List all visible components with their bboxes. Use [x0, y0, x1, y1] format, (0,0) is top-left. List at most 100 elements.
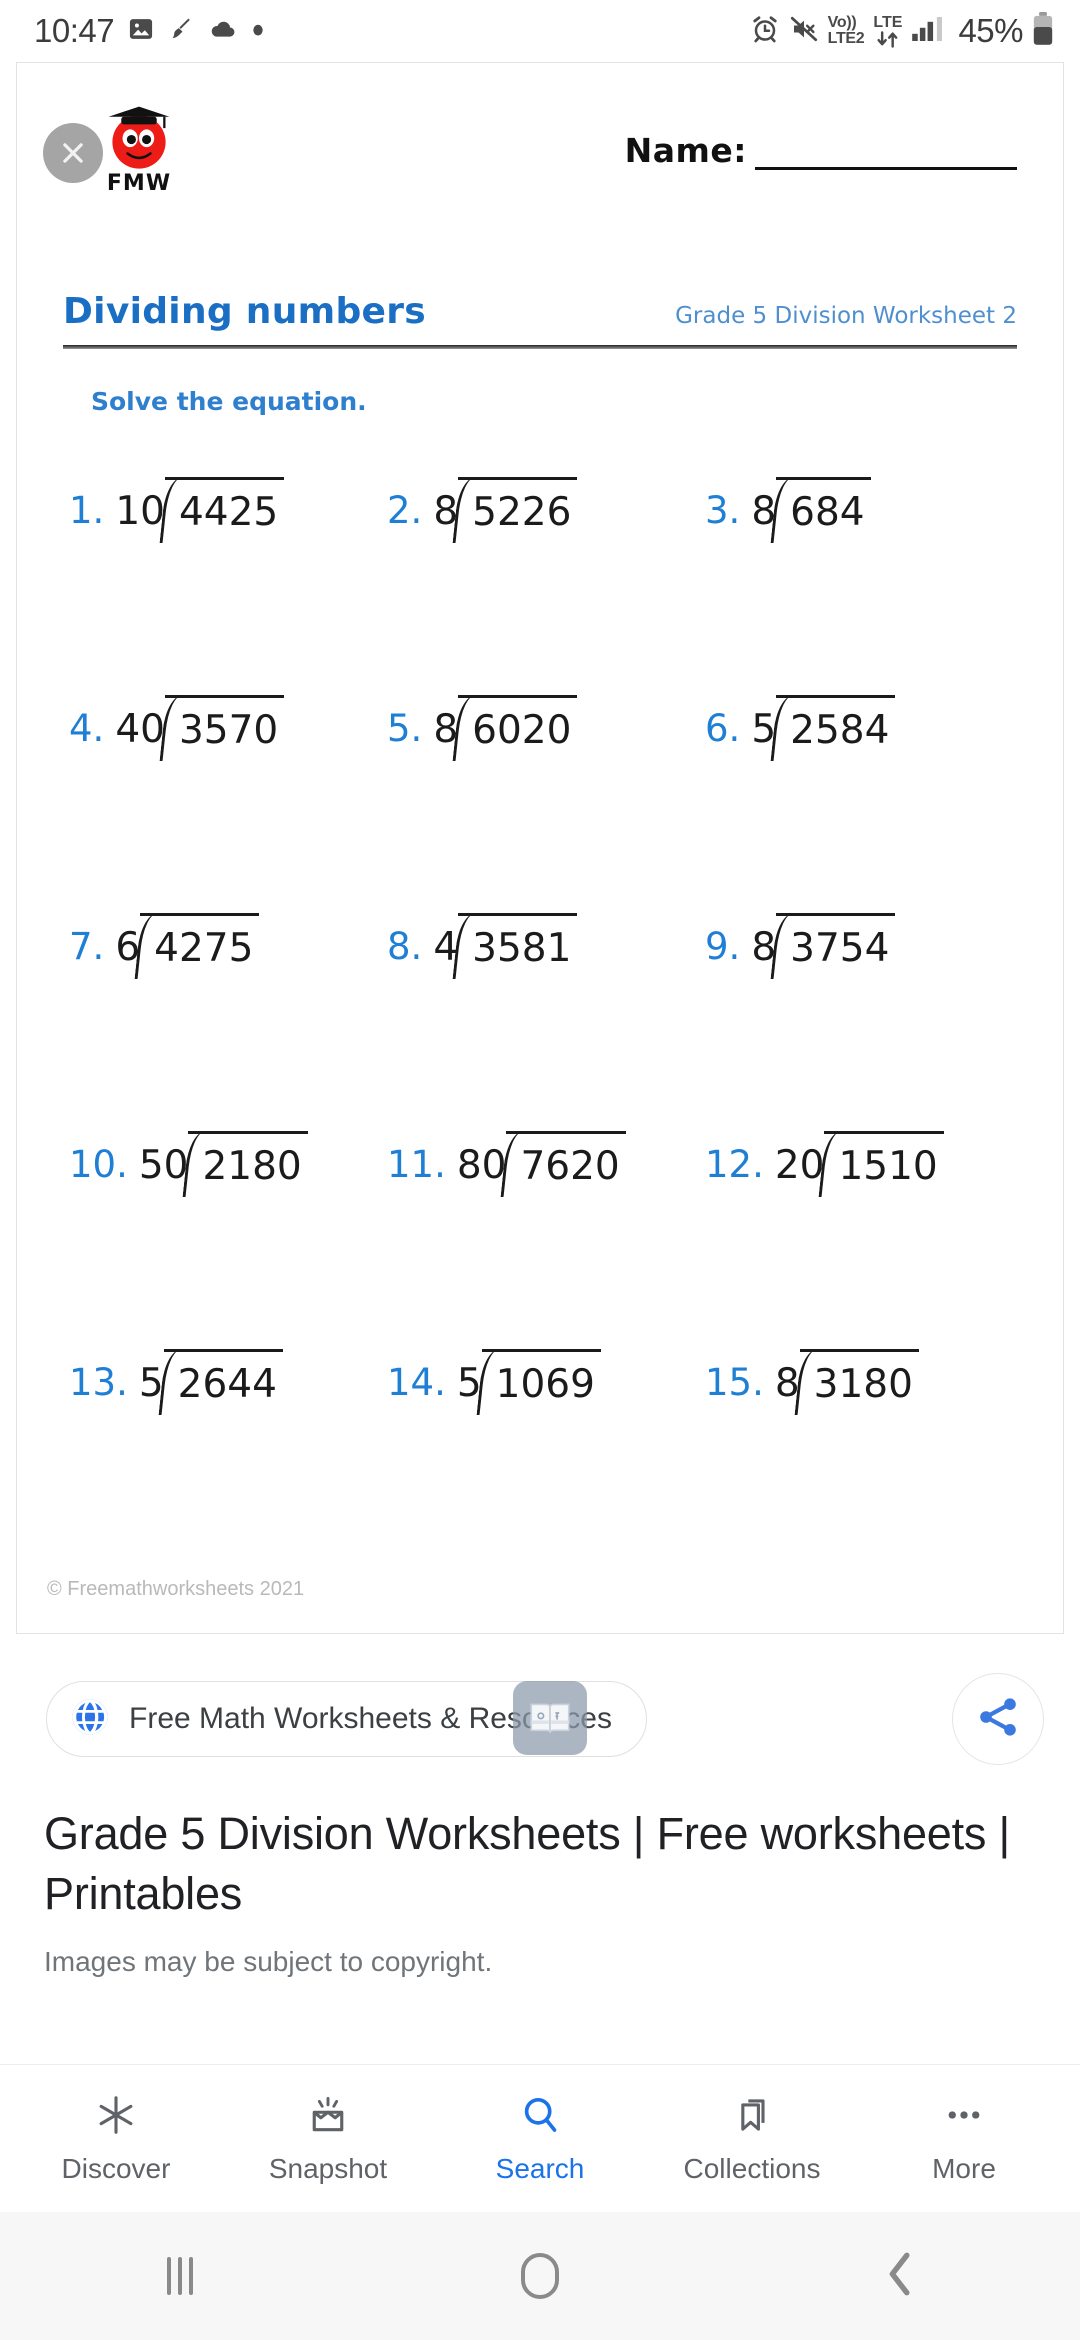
problem-number: 6.: [705, 707, 741, 750]
worksheet-copyright: © Freemathworksheets 2021: [47, 1578, 305, 1600]
long-division: 8 5226: [433, 473, 578, 543]
home-button[interactable]: [360, 2253, 720, 2299]
division-bracket-icon: 6020: [452, 691, 578, 761]
divisor: 50: [138, 1143, 189, 1188]
share-icon: [974, 1693, 1022, 1746]
division-bracket-icon: 1069: [476, 1345, 601, 1415]
division-problem: 2. 8 5226: [387, 473, 705, 691]
home-icon: [521, 2253, 559, 2299]
long-division: 80 7620: [456, 1127, 626, 1197]
dividend: 1510: [824, 1131, 944, 1186]
division-bracket-icon: 684: [770, 473, 871, 543]
bottom-nav: Discover Snapshot Search Collections Mor…: [0, 2064, 1080, 2212]
bookmark-icon: [730, 2093, 774, 2137]
division-problem: 5. 8 6020: [387, 691, 705, 909]
division-bracket-icon: 5226: [452, 473, 578, 543]
division-problem: 8. 4 3581: [387, 909, 705, 1127]
division-problem: 3. 8 684: [705, 473, 1023, 691]
worksheet-image[interactable]: FMW Name: Dividing numbers Grade 5 Divis…: [16, 62, 1064, 1634]
dividend: 4275: [140, 913, 260, 968]
close-icon[interactable]: [43, 123, 103, 183]
nav-item-search[interactable]: Search: [434, 2093, 646, 2185]
result-title[interactable]: Grade 5 Division Worksheets | Free works…: [44, 1804, 1036, 1924]
phone-screen: 10:47 Vo)) LTE2 LTE 45% FMW Name: Dividi…: [0, 0, 1080, 2340]
dividend: 2644: [163, 1349, 283, 1404]
name-field-row: Name:: [625, 131, 1017, 170]
dividend: 2180: [188, 1131, 308, 1186]
division-problem: 14. 5 1069: [387, 1345, 705, 1563]
status-bar-left: 10:47: [34, 12, 266, 50]
volte-line1: Vo)): [827, 14, 857, 31]
divisor: 80: [456, 1143, 507, 1188]
division-problem: 4. 40 3570: [69, 691, 387, 909]
name-blank-line: [755, 140, 1017, 170]
alarm-icon: [750, 14, 780, 49]
division-problem: 10. 50 2180: [69, 1127, 387, 1345]
worksheet-subtitle: Grade 5 Division Worksheet 2: [675, 303, 1017, 329]
long-division: 6 4275: [115, 909, 260, 979]
problem-row: 13. 5 2644 14. 5 1069 15. 8 3180: [17, 1345, 1063, 1563]
back-icon: [883, 2250, 917, 2303]
problem-number: 5.: [387, 707, 423, 750]
problem-row: 7. 6 4275 8. 4 3581 9. 8 3754: [17, 909, 1063, 1127]
lte-label: LTE: [873, 13, 903, 31]
dictionary-icon[interactable]: [513, 1681, 587, 1755]
division-problem: 7. 6 4275: [69, 909, 387, 1127]
nav-item-discover[interactable]: Discover: [10, 2093, 222, 2185]
system-navigation-bar: [0, 2212, 1080, 2340]
dividend: 3754: [776, 913, 896, 968]
search-icon: [518, 2093, 562, 2137]
volte-icon: Vo)) LTE2: [828, 15, 865, 47]
asterisk-icon: [94, 2093, 138, 2137]
division-bracket-icon: 2584: [770, 691, 896, 761]
worksheet-instruction: Solve the equation.: [91, 387, 367, 416]
division-bracket-icon: 2180: [183, 1127, 308, 1197]
problem-number: 2.: [387, 489, 423, 532]
division-problem: 12. 20 1510: [705, 1127, 1023, 1345]
problem-number: 15.: [705, 1361, 764, 1404]
problem-number: 3.: [705, 489, 741, 532]
nav-label-collections: Collections: [683, 2152, 821, 2184]
recents-icon: [167, 2257, 193, 2295]
problem-number: 11.: [387, 1143, 446, 1186]
back-button[interactable]: [720, 2250, 1080, 2303]
share-button[interactable]: [952, 1673, 1044, 1765]
division-bracket-icon: 3754: [770, 909, 896, 979]
photo-icon: [127, 15, 155, 48]
nav-label-snapshot: Snapshot: [268, 2152, 388, 2184]
division-bracket-icon: 3581: [452, 909, 578, 979]
mute-icon: [789, 14, 819, 49]
long-division: 4 3581: [433, 909, 578, 979]
problem-number: 13.: [69, 1361, 128, 1404]
signal-icon: [911, 14, 947, 49]
division-problem: 9. 8 3754: [705, 909, 1023, 1127]
division-bracket-icon: 4275: [134, 909, 260, 979]
recents-button[interactable]: [0, 2257, 360, 2295]
dividend: 4425: [164, 477, 285, 532]
division-problem: 1. 10 4425: [69, 473, 387, 691]
division-bracket-icon: 3180: [794, 1345, 919, 1415]
nav-item-collections[interactable]: Collections: [646, 2093, 858, 2185]
cloud-icon: [209, 15, 237, 48]
volte-line2: LTE2: [827, 30, 865, 47]
division-bracket-icon: 4425: [159, 473, 285, 543]
long-division: 5 1069: [457, 1345, 601, 1415]
battery-percent-label: 45%: [958, 12, 1023, 49]
long-division: 5 2584: [751, 691, 896, 761]
problem-number: 9.: [705, 925, 741, 968]
division-problem: 13. 5 2644: [69, 1345, 387, 1563]
worksheet-title: Dividing numbers: [63, 291, 427, 332]
nav-label-search: Search: [495, 2152, 585, 2184]
problem-row: 4. 40 3570 5. 8 6020 6. 5 2584: [17, 691, 1063, 909]
worksheet-title-row: Dividing numbers Grade 5 Division Worksh…: [63, 291, 1017, 332]
problem-number: 12.: [705, 1143, 764, 1186]
sweep-icon: [168, 15, 196, 48]
dividend: 1069: [481, 1349, 601, 1404]
problem-number: 7.: [69, 925, 105, 968]
problem-number: 8.: [387, 925, 423, 968]
nav-item-snapshot[interactable]: Snapshot: [222, 2093, 434, 2185]
name-label: Name:: [624, 131, 747, 170]
copyright-note: Images may be subject to copyright.: [44, 1945, 493, 1977]
long-division: 20 1510: [775, 1127, 944, 1197]
nav-item-more[interactable]: More: [858, 2093, 1070, 2185]
